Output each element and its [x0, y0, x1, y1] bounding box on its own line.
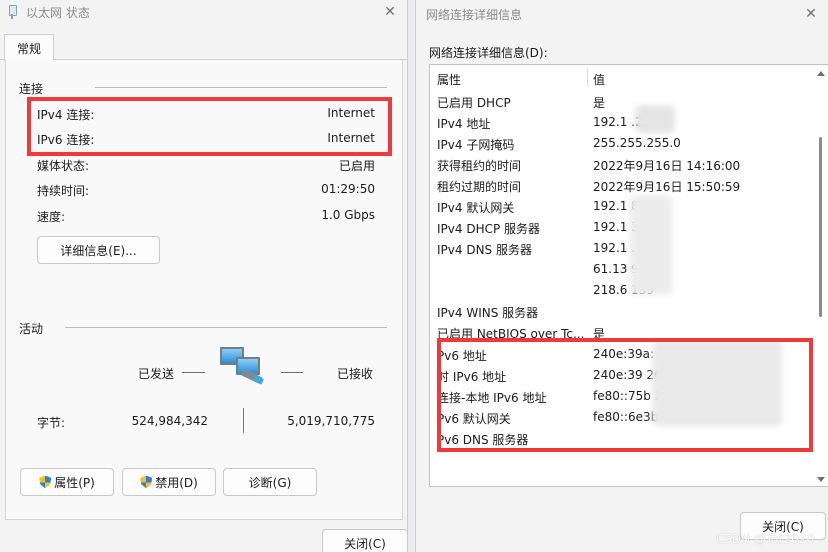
list-item-value: 是 [593, 96, 606, 110]
list-item-property: 已启用 DHCP [437, 96, 511, 110]
scroll-thumb[interactable] [819, 137, 822, 317]
close-window-icon[interactable]: ✕ [794, 0, 828, 28]
row-label: 持续时间: [37, 184, 90, 198]
column-header-value[interactable]: 值 [593, 71, 605, 88]
list-item-property: IPv4 子网掩码 [437, 138, 515, 152]
bytes-received-value: 5,019,710,775 [287, 414, 375, 428]
list-item-value: 192.1 .254 [593, 115, 658, 129]
list-item-value: 2022年9月16日 15:50:59 [593, 180, 741, 194]
list-item-value: 2022年9月16日 14:16:00 [593, 159, 741, 173]
duration-row: 持续时间: 01:29:50 [32, 182, 376, 199]
highlight-box-ipv6 [437, 338, 813, 452]
bytes-divider [243, 408, 244, 433]
row-value: 已启用 [338, 159, 375, 173]
list-item-property: 租约过期的时间 [437, 180, 522, 194]
properties-button-label: 属性(P) [54, 475, 95, 490]
list-item-property: IPv4 DHCP 服务器 [437, 222, 541, 236]
activity-divider [65, 327, 387, 328]
uac-shield-icon [39, 475, 52, 489]
list-item[interactable]: IPv4 DNS 服务器 192.1 .1 [430, 238, 815, 259]
list-item-value: 192.1 8.1 [593, 199, 651, 213]
column-separator[interactable] [587, 68, 588, 86]
list-item[interactable]: 61.13 9 [430, 259, 815, 280]
row-value: 01:29:50 [321, 182, 375, 196]
disable-button-label: 禁用(D) [155, 475, 198, 490]
window-title: 网络连接详细信息 [426, 7, 523, 22]
list-item-value: 192.1 .1 [593, 241, 643, 255]
sent-label: 已发送 [138, 367, 175, 381]
sent-dash [182, 372, 205, 373]
scroll-up-icon[interactable] [817, 71, 825, 76]
list-item-value: 61.13 9 [593, 262, 639, 276]
scroll-down-icon[interactable] [817, 477, 825, 482]
title-bar: 网络连接详细信息 [416, 0, 828, 28]
bytes-sent-value: 524,984,342 [131, 414, 208, 428]
media-state-row: 媒体状态: 已启用 [32, 157, 376, 174]
window-title: 以太网 状态 [26, 5, 90, 20]
list-item-value: 218.6 139 [593, 283, 655, 297]
details-caption: 网络连接详细信息(D): [429, 46, 548, 60]
list-item-property: IPv4 DNS 服务器 [437, 243, 532, 257]
bytes-label: 字节: [37, 416, 66, 430]
connection-divider [95, 87, 387, 88]
list-item[interactable]: 218.6 139 [430, 280, 815, 301]
received-dash [281, 372, 303, 373]
list-item[interactable]: 已启用 DHCP 是 [430, 91, 815, 112]
highlight-box-connectivity [27, 97, 392, 156]
properties-button[interactable]: 属性(P) [20, 468, 114, 496]
list-item-value: 255.255.255.0 [593, 136, 681, 150]
network-adapter-icon [6, 5, 18, 19]
list-item[interactable]: IPv4 地址 192.1 .254 [430, 112, 815, 133]
network-details-window: 网络连接详细信息 ✕ 网络连接详细信息(D): 属性 值 已启用 DHCP 是 I… [415, 0, 828, 552]
received-label: 已接收 [337, 367, 374, 381]
column-header-property[interactable]: 属性 [437, 71, 461, 88]
privacy-blur [635, 105, 675, 133]
list-item-property: IPv4 默认网关 [437, 201, 515, 215]
speed-row: 速度: 1.0 Gbps [32, 208, 376, 225]
privacy-blur [630, 195, 672, 295]
diagnose-button[interactable]: 诊断(G) [223, 468, 317, 496]
list-item[interactable]: IPv4 DHCP 服务器 192.1 3.1 [430, 217, 815, 238]
uac-shield-icon [140, 475, 153, 489]
vertical-scrollbar[interactable] [814, 65, 828, 486]
close-button[interactable]: 关闭(C) [322, 529, 408, 552]
listview-header: 属性 值 [430, 65, 815, 89]
list-item[interactable]: 获得租约的时间 2022年9月16日 14:16:00 [430, 154, 815, 175]
list-item-property: IPv4 地址 [437, 117, 491, 131]
ethernet-status-window: 以太网 状态 ✕ 常规 连接 IPv4 连接: Internet IPv6 连接… [0, 0, 408, 552]
row-label: 媒体状态: [37, 159, 90, 173]
watermark: CSDN @Tor2020 [715, 532, 814, 546]
list-item[interactable]: IPv4 子网掩码 255.255.255.0 [430, 133, 815, 154]
title-bar: 以太网 状态 [0, 0, 407, 24]
row-label: 速度: [37, 210, 66, 224]
list-item[interactable]: 租约过期的时间 2022年9月16日 15:50:59 [430, 175, 815, 196]
tab-strip: 常规 [0, 32, 408, 61]
list-item[interactable]: IPv4 默认网关 192.1 8.1 [430, 196, 815, 217]
connection-section-label: 连接 [19, 82, 44, 96]
close-window-icon[interactable]: ✕ [373, 0, 407, 24]
row-value: 1.0 Gbps [321, 208, 375, 222]
list-item[interactable]: IPv4 WINS 服务器 [430, 301, 815, 322]
details-button[interactable]: 详细信息(E)... [37, 236, 160, 264]
list-item-property: IPv4 WINS 服务器 [437, 306, 539, 320]
list-item-property: 获得租约的时间 [437, 159, 522, 173]
tab-general[interactable]: 常规 [4, 34, 54, 61]
disable-button[interactable]: 禁用(D) [122, 468, 216, 496]
activity-section-label: 活动 [19, 322, 44, 336]
list-item-value: 192.1 3.1 [593, 220, 651, 234]
network-computers-icon [218, 347, 266, 387]
